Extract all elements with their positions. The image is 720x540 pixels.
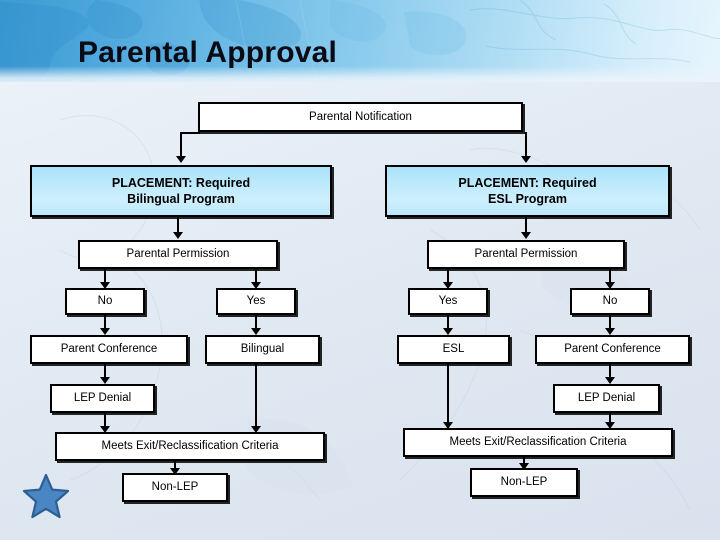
node-outcome-esl-parent-conference: Parent Conference	[535, 335, 690, 364]
connector-root-left-stub	[180, 132, 200, 134]
node-label-line2: ESL Program	[488, 192, 567, 206]
arrowhead-bilingual-yes-to-bilingual	[251, 328, 261, 335]
node-final-non-lep-bilingual: Non-LEP	[122, 473, 228, 502]
node-label: Bilingual	[240, 343, 285, 356]
node-outcome-bilingual-parent-conference: Parent Conference	[30, 335, 188, 364]
connector-esl-placement-to-permission	[525, 217, 527, 233]
arrowhead-esl-placement-to-permission	[521, 232, 531, 239]
node-outcome-bilingual-program: Bilingual	[205, 335, 320, 364]
arrowhead-esl-no-to-parent-conference	[605, 328, 615, 335]
connector-bilingual-permission-to-yes	[255, 269, 257, 283]
connector-bilingual-permission-to-no	[104, 269, 106, 283]
connector-esl-program-to-exit	[447, 364, 449, 425]
connector-root-to-bilingual-placement	[180, 132, 182, 158]
node-placement-bilingual: PLACEMENT: Required Bilingual Program	[30, 165, 332, 217]
node-label: Parental Notification	[309, 110, 412, 123]
node-lep-denial-esl: LEP Denial	[553, 384, 660, 413]
arrowhead-bilingual-placement-to-permission	[173, 232, 183, 239]
connector-esl-permission-to-no	[609, 269, 611, 283]
node-label: LEP Denial	[577, 392, 636, 405]
node-placement-esl: PLACEMENT: Required ESL Program	[385, 165, 670, 217]
arrowhead-esl-parent-conference-to-lep-denial	[605, 377, 615, 384]
node-label-line2: Bilingual Program	[127, 192, 235, 206]
connector-bilingual-placement-to-permission	[177, 217, 179, 233]
node-label-line1: PLACEMENT: Required	[458, 175, 597, 190]
node-lep-denial-bilingual: LEP Denial	[50, 384, 155, 413]
page-title: Parental Approval	[78, 36, 338, 69]
node-label: ESL	[442, 343, 465, 356]
node-label: Parental Permission	[126, 248, 230, 261]
node-option-bilingual-no: No	[65, 288, 145, 315]
node-label: Meets Exit/Reclassification Criteria	[101, 440, 279, 453]
arrowhead-bilingual-parent-conference-to-lep-denial	[100, 377, 110, 384]
arrowhead-esl-yes-to-esl-program	[443, 328, 453, 335]
node-label: Yes	[438, 295, 458, 308]
arrowhead-root-to-esl-placement	[521, 156, 531, 163]
node-exit-criteria-bilingual: Meets Exit/Reclassification Criteria	[55, 432, 325, 461]
node-permission-esl: Parental Permission	[427, 240, 625, 269]
connector-bilingual-program-to-exit	[255, 364, 257, 428]
node-label: Parental Permission	[474, 248, 578, 261]
node-label: Yes	[246, 295, 266, 308]
node-label-line1: PLACEMENT: Required	[111, 175, 251, 190]
arrowhead-root-to-bilingual-placement	[176, 156, 186, 163]
connector-esl-parent-conference-to-lep-denial	[609, 364, 611, 378]
star-icon	[22, 473, 70, 519]
arrowhead-bilingual-no-to-parent-conference	[100, 328, 110, 335]
node-label: Meets Exit/Reclassification Criteria	[449, 436, 627, 449]
node-option-bilingual-yes: Yes	[216, 288, 296, 315]
connector-root-to-esl-placement	[525, 132, 527, 158]
node-exit-criteria-esl: Meets Exit/Reclassification Criteria	[403, 428, 673, 457]
node-label: Non-LEP	[151, 481, 199, 494]
node-label: No	[602, 295, 618, 308]
connector-esl-yes-to-esl-program	[447, 315, 449, 329]
node-label: LEP Denial	[73, 392, 132, 405]
connector-esl-no-to-parent-conference	[609, 315, 611, 329]
node-final-non-lep-esl: Non-LEP	[470, 468, 578, 497]
connector-bilingual-yes-to-bilingual	[255, 315, 257, 329]
node-parental-notification: Parental Notification	[198, 102, 523, 132]
node-label: Parent Conference	[60, 343, 158, 356]
node-permission-bilingual: Parental Permission	[78, 240, 278, 269]
node-label: Non-LEP	[500, 476, 548, 489]
node-label: Parent Conference	[564, 343, 661, 356]
node-label: No	[97, 295, 113, 308]
slide-canvas: Parental Approval Parental Notification …	[0, 0, 720, 540]
node-option-esl-no: No	[570, 288, 650, 315]
node-option-esl-yes: Yes	[408, 288, 488, 315]
connector-bilingual-no-to-parent-conference	[104, 315, 106, 329]
connector-esl-permission-to-yes	[447, 269, 449, 283]
node-outcome-esl-program: ESL	[397, 335, 510, 364]
connector-bilingual-parent-conference-to-lep-denial	[104, 364, 106, 378]
